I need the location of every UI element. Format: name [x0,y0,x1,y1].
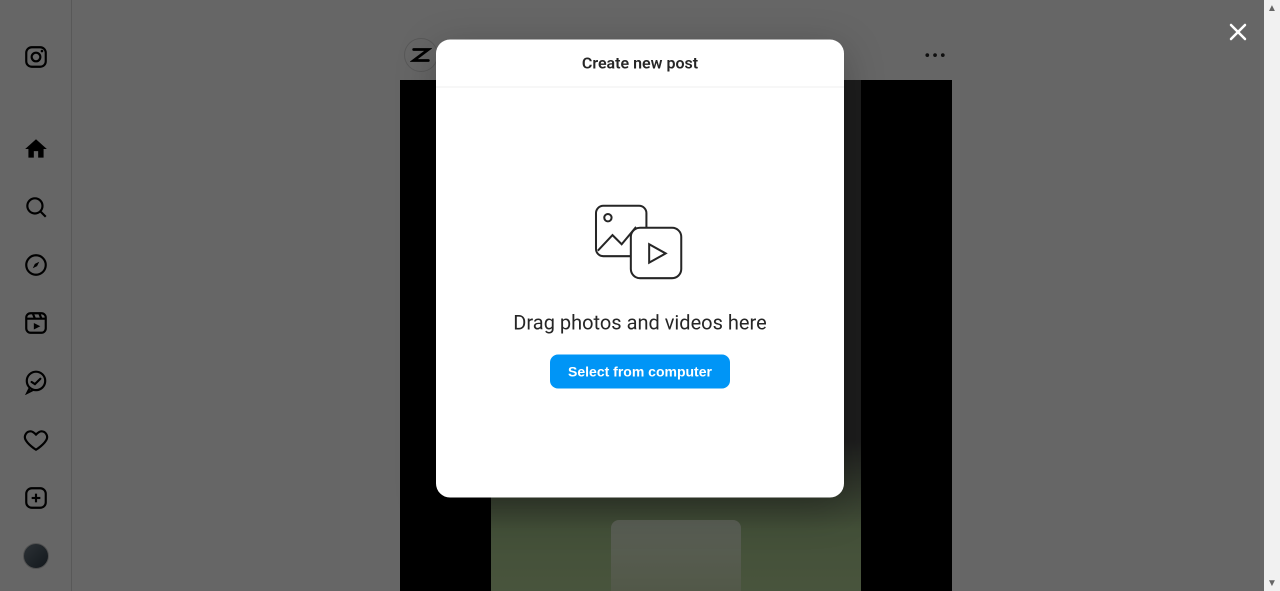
modal-overlay[interactable]: Create new post Drag photos and videos h… [0,0,1280,591]
scroll-up-icon[interactable]: ▲ [1264,0,1280,16]
scroll-down-icon[interactable]: ▼ [1264,575,1280,591]
modal-body[interactable]: Drag photos and videos here Select from … [436,87,844,497]
create-post-modal: Create new post Drag photos and videos h… [436,39,844,497]
drag-instruction-text: Drag photos and videos here [513,310,766,334]
select-from-computer-button[interactable]: Select from computer [550,354,730,388]
scrollbar[interactable]: ▲ ▼ [1264,0,1280,591]
close-icon[interactable] [1218,12,1258,52]
media-upload-icon [585,196,695,290]
modal-title: Create new post [436,39,844,87]
